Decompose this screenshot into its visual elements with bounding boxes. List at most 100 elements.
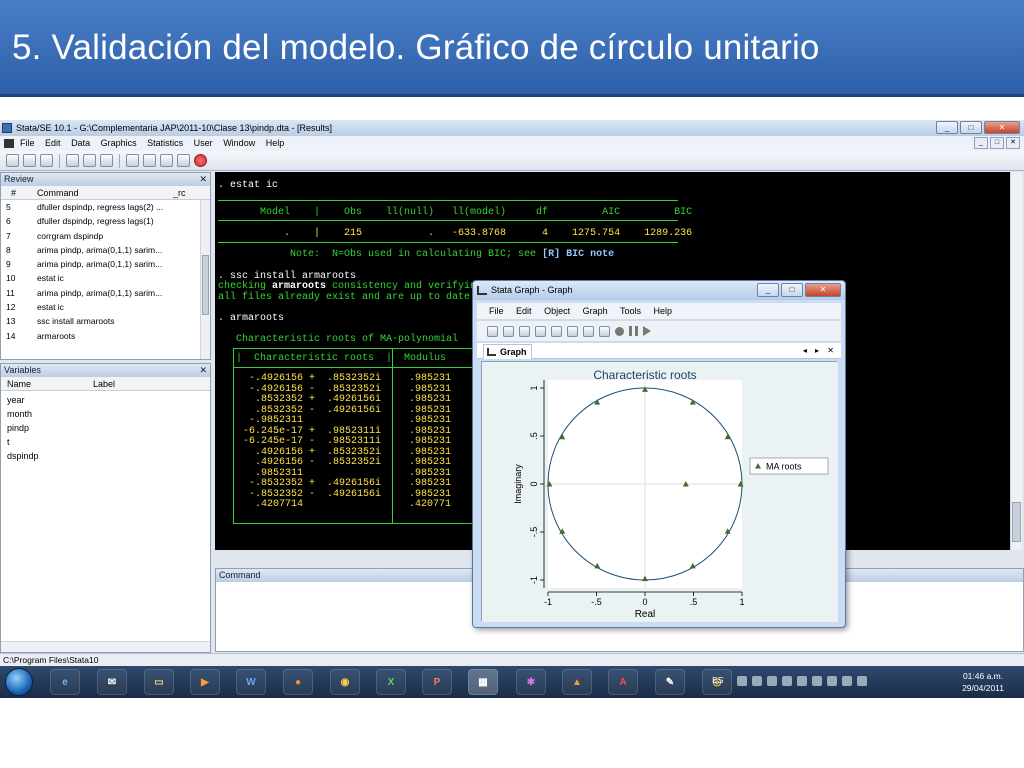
powerpoint-icon[interactable]: P xyxy=(422,669,452,695)
graph-maximize-button[interactable]: □ xyxy=(781,283,803,297)
break-icon[interactable] xyxy=(194,154,207,167)
tray-icon[interactable] xyxy=(857,676,868,686)
mdi-restore-button[interactable]: □ xyxy=(990,137,1004,149)
menu-file[interactable]: File xyxy=(20,138,35,148)
review-row[interactable]: 9 arima pindp, arima(0,1,1) sarim... xyxy=(1,257,210,271)
save-icon[interactable] xyxy=(503,325,514,337)
viewer-icon[interactable] xyxy=(83,154,96,167)
print-icon[interactable] xyxy=(40,154,53,167)
record-icon[interactable] xyxy=(615,326,624,336)
bic-note-link[interactable]: [R] BIC note xyxy=(542,249,614,260)
col-name[interactable]: Name xyxy=(7,377,31,391)
tab-navigation[interactable]: ◂ ▸ ✕ xyxy=(803,343,837,359)
tray-icon[interactable] xyxy=(737,676,748,686)
mdi-minimize-button[interactable]: _ xyxy=(974,137,988,149)
save-icon[interactable] xyxy=(23,154,36,167)
review-scrollbar[interactable] xyxy=(200,200,210,359)
data-browser-icon[interactable] xyxy=(160,154,173,167)
graph-menu-tools[interactable]: Tools xyxy=(620,306,641,316)
tray-icon[interactable] xyxy=(797,676,808,686)
review-row[interactable]: 12 estat ic xyxy=(1,300,210,314)
copy-icon[interactable] xyxy=(535,325,546,337)
scrollbar-thumb[interactable] xyxy=(202,255,209,315)
rename-icon[interactable] xyxy=(567,325,578,337)
tray-icon[interactable] xyxy=(752,676,763,686)
tray-icon[interactable] xyxy=(842,676,853,686)
firefox-icon[interactable]: ● xyxy=(283,669,313,695)
menu-help[interactable]: Help xyxy=(266,138,285,148)
graph-menu-graph[interactable]: Graph xyxy=(583,306,608,316)
menu-edit[interactable]: Edit xyxy=(45,138,61,148)
more-icon[interactable] xyxy=(177,154,190,167)
variable-item[interactable]: dspindp xyxy=(1,449,210,463)
scrollbar-thumb[interactable] xyxy=(1012,502,1021,542)
close-icon[interactable]: ✕ xyxy=(199,173,207,186)
pause-icon[interactable] xyxy=(629,326,638,336)
media-player-icon[interactable]: ▶ xyxy=(190,669,220,695)
close-button[interactable]: ✕ xyxy=(984,121,1020,134)
review-row[interactable]: 7 corrgram dspindp xyxy=(1,229,210,243)
graph-minimize-button[interactable]: _ xyxy=(757,283,779,297)
ie-icon[interactable]: e xyxy=(50,669,80,695)
review-row[interactable]: 6 dfuller dspindp, regress lags(1) xyxy=(1,214,210,228)
review-row[interactable]: 5 dfuller dspindp, regress lags(2) ... xyxy=(1,200,210,214)
mdi-close-button[interactable]: ✕ xyxy=(1006,137,1020,149)
graph-editor-icon[interactable] xyxy=(551,325,562,337)
app-icon[interactable]: ✱ xyxy=(516,669,546,695)
review-row[interactable]: 8 arima pindp, arima(0,1,1) sarim... xyxy=(1,243,210,257)
graph-menu-edit[interactable]: Edit xyxy=(516,306,532,316)
results-scrollbar[interactable] xyxy=(1010,172,1022,550)
matlab-icon[interactable]: ▲ xyxy=(562,669,592,695)
tray-icon[interactable] xyxy=(782,676,793,686)
minimize-button[interactable]: _ xyxy=(936,121,958,134)
undo-icon[interactable] xyxy=(583,325,594,337)
review-row[interactable]: 14 armaroots xyxy=(1,329,210,343)
graph-icon[interactable] xyxy=(100,154,113,167)
mail-icon[interactable]: ✉ xyxy=(97,669,127,695)
review-row[interactable]: 10 estat ic xyxy=(1,271,210,285)
folder-icon[interactable]: ▭ xyxy=(144,669,174,695)
variables-hscrollbar[interactable] xyxy=(1,641,210,652)
print-icon[interactable] xyxy=(519,325,530,337)
variable-item[interactable]: month xyxy=(1,407,210,421)
play-icon[interactable] xyxy=(643,326,651,336)
menu-window[interactable]: Window xyxy=(223,138,255,148)
menu-user[interactable]: User xyxy=(194,138,213,148)
col-command[interactable]: Command xyxy=(37,186,79,200)
stata-task-icon[interactable]: ▦ xyxy=(468,669,498,695)
review-row[interactable]: 11 arima pindp, arima(0,1,1) sarim... xyxy=(1,286,210,300)
menu-statistics[interactable]: Statistics xyxy=(147,138,183,148)
tray-icon[interactable] xyxy=(827,676,838,686)
open-icon[interactable] xyxy=(6,154,19,167)
language-indicator[interactable]: ES xyxy=(712,675,723,685)
open-icon[interactable] xyxy=(487,325,498,337)
review-row[interactable]: 13 ssc install armaroots xyxy=(1,314,210,328)
do-file-editor-icon[interactable] xyxy=(126,154,139,167)
data-editor-icon[interactable] xyxy=(143,154,156,167)
graph-menu-file[interactable]: File xyxy=(489,306,504,316)
word-icon[interactable]: W xyxy=(236,669,266,695)
col-rc[interactable]: _rc xyxy=(173,186,186,200)
acrobat-icon[interactable]: A xyxy=(608,669,638,695)
paint-icon[interactable]: ✎ xyxy=(655,669,685,695)
log-icon[interactable] xyxy=(66,154,79,167)
graph-close-button[interactable]: ✕ xyxy=(805,283,841,297)
col-number[interactable]: # xyxy=(11,186,16,200)
close-icon[interactable]: ✕ xyxy=(199,364,207,377)
col-label[interactable]: Label xyxy=(93,377,115,391)
graph-menu-help[interactable]: Help xyxy=(653,306,672,316)
clock[interactable]: 01:46 a.m. 29/04/2011 xyxy=(962,670,1004,694)
excel-icon[interactable]: X xyxy=(376,669,406,695)
redo-icon[interactable] xyxy=(599,325,610,337)
chrome-icon[interactable]: ◉ xyxy=(330,669,360,695)
tab-graph[interactable]: Graph xyxy=(483,344,532,359)
menu-data[interactable]: Data xyxy=(71,138,90,148)
start-button[interactable] xyxy=(5,668,33,696)
variable-item[interactable]: t xyxy=(1,435,210,449)
tray-icon[interactable] xyxy=(812,676,823,686)
maximize-button[interactable]: □ xyxy=(960,121,982,134)
menu-graphics[interactable]: Graphics xyxy=(101,138,137,148)
tray-icon[interactable] xyxy=(767,676,778,686)
variable-item[interactable]: pindp xyxy=(1,421,210,435)
graph-menu-object[interactable]: Object xyxy=(544,306,570,316)
